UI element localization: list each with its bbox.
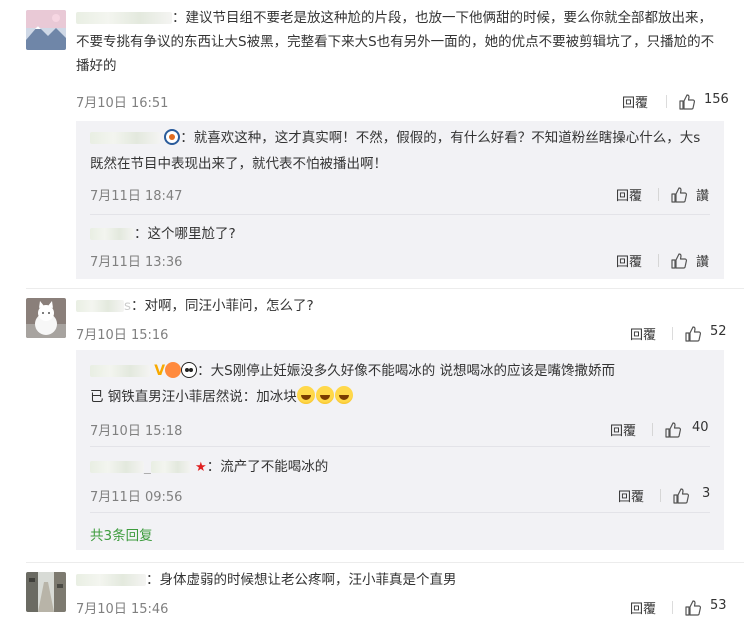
reply-text: _ ★：流产了不能喝冰的 [90,454,710,481]
reply-body-cont: 已 钢铁直男汪小菲居然说：加冰块 [90,389,297,405]
divider [672,327,673,340]
reply-body: ：大S刚停止妊娠没多久好像不能喝冰的 说想喝冰的应该是嘴馋撒娇而 [197,363,616,379]
reply-time: 7月11日 09:56 [90,490,183,505]
comment-item: s：对啊，同汪小菲问，怎么了? 7月10日 15:16 回覆 52 V ：大S刚停… [0,290,744,560]
reply-item: _ ★：流产了不能喝冰的 7月11日 09:56 回覆 3 [90,454,710,505]
username-suffix[interactable]: s [124,298,131,314]
divider [90,446,710,447]
reply-meta: 7月10日 15:18 回覆 40 [90,420,710,440]
reply-body: ：就喜欢这种，这才真实啊！不然，假假的，有什么好看？不知道粉丝瞎操心什么，大s既… [90,130,701,172]
star-badge-icon: ★ [195,460,207,475]
reply-time: 7月10日 15:18 [90,424,183,439]
white-cat-avatar-icon[interactable] [26,298,66,338]
comment-meta: 7月10日 15:46 回覆 53 [76,598,730,618]
reply-button[interactable]: 回覆 [622,92,648,111]
reply-meta: 7月11日 13:36 回覆 讚 [90,251,710,271]
like-count: 3 [702,486,711,501]
comment-meta: 7月10日 15:16 回覆 52 [76,324,730,344]
username[interactable] [90,461,144,473]
divider [666,95,667,108]
reply-button[interactable]: 回覆 [630,598,656,617]
comment-time: 7月10日 15:16 [76,328,169,343]
divider [658,188,659,201]
reply-item: V ：大S刚停止妊娠没多久好像不能喝冰的 说想喝冰的应该是嘴馋撒娇而 已 钢铁直男… [90,358,710,439]
username[interactable] [76,300,124,312]
reply-button[interactable]: 回覆 [610,420,636,439]
comment-body: ：身体虚弱的时候想让老公疼啊，汪小菲真是个直男 [146,572,457,588]
reply-button[interactable]: 回覆 [618,486,644,505]
user-badge-icon [164,129,181,145]
thumbs-up-icon[interactable] [684,599,702,617]
like-label[interactable]: 讚 [696,185,709,204]
username[interactable] [90,132,160,144]
comment-meta: 7月10日 16:51 回覆 156 [76,92,730,112]
divider [652,423,653,436]
divider [90,512,710,513]
like-count: 40 [692,420,709,435]
username[interactable] [76,574,146,586]
username[interactable] [90,365,150,377]
divider [658,254,659,267]
reply-list: ：就喜欢这种，这才真实啊！不然，假假的，有什么好看？不知道粉丝瞎操心什么，大s既… [76,121,724,279]
laugh-cry-icon [296,386,315,404]
reply-meta: 7月11日 09:56 回覆 3 [90,486,710,506]
comment-time: 7月10日 15:46 [76,602,169,617]
reply-button[interactable]: 回覆 [630,324,656,343]
reply-button[interactable]: 回覆 [616,251,642,270]
username[interactable] [90,228,134,240]
more-replies-link[interactable]: 共3条回复 [90,524,153,544]
divider [672,601,673,614]
thumbs-up-icon[interactable] [664,421,682,439]
divider [90,214,710,215]
divider [660,489,661,502]
reply-text: ：这个哪里尬了? [90,221,710,247]
reply-body: ：这个哪里尬了? [134,226,236,242]
divider [26,562,744,563]
like-count: 156 [704,92,729,107]
thumbs-up-icon[interactable] [684,325,702,343]
comment-item: ：身体虚弱的时候想让老公疼啊，汪小菲真是个直男 7月10日 15:46 回覆 5… [0,564,744,624]
like-label[interactable]: 讚 [696,251,709,270]
fire-badge-icon [165,362,182,378]
username[interactable] [76,12,172,24]
reply-time: 7月11日 18:47 [90,189,183,204]
divider [26,288,744,289]
thumbs-up-icon[interactable] [670,252,688,270]
reply-item: ：就喜欢这种，这才真实啊！不然，假假的，有什么好看？不知道粉丝瞎操心什么，大s既… [90,125,710,204]
comment-item: ：建议节目组不要老是放这种尬的片段，也放一下他俩甜的时候，要么你就全部都放出来，… [0,0,744,290]
street-avatar-icon[interactable] [26,572,66,612]
thumbs-up-icon[interactable] [672,487,690,505]
thumbs-up-icon[interactable] [670,186,688,204]
comment-time: 7月10日 16:51 [76,96,169,111]
thumbs-up-icon[interactable] [678,93,696,111]
laugh-cry-icon [334,386,353,404]
username[interactable] [150,461,191,473]
reply-text: V ：大S刚停止妊娠没多久好像不能喝冰的 说想喝冰的应该是嘴馋撒娇而 已 钢铁直男… [90,358,710,410]
comment-text: ：建议节目组不要老是放这种尬的片段，也放一下他俩甜的时候，要么你就全部都放出来，… [76,6,718,78]
reply-item: ：这个哪里尬了? 7月11日 13:36 回覆 讚 [90,221,710,270]
like-count: 52 [710,324,727,339]
laugh-cry-icon [315,386,334,404]
reply-button[interactable]: 回覆 [616,185,642,204]
reply-list: V ：大S刚停止妊娠没多久好像不能喝冰的 说想喝冰的应该是嘴馋撒娇而 已 钢铁直男… [76,350,724,550]
panda-badge-icon [181,362,198,378]
comment-body: ：对啊，同汪小菲问，怎么了? [131,298,314,314]
username-mid[interactable]: _ [144,459,151,475]
verified-icon: V [154,363,166,379]
reply-meta: 7月11日 18:47 回覆 讚 [90,185,710,205]
landscape-avatar-icon[interactable] [26,10,66,50]
comment-text: ：身体虚弱的时候想让老公疼啊，汪小菲真是个直男 [76,568,718,592]
reply-body: 流产了不能喝冰的 [220,459,329,475]
reply-time: 7月11日 13:36 [90,255,183,270]
like-count: 53 [710,598,727,613]
reply-text: ：就喜欢这种，这才真实啊！不然，假假的，有什么好看？不知道粉丝瞎操心什么，大s既… [90,125,710,177]
comment-text: s：对啊，同汪小菲问，怎么了? [76,294,718,318]
